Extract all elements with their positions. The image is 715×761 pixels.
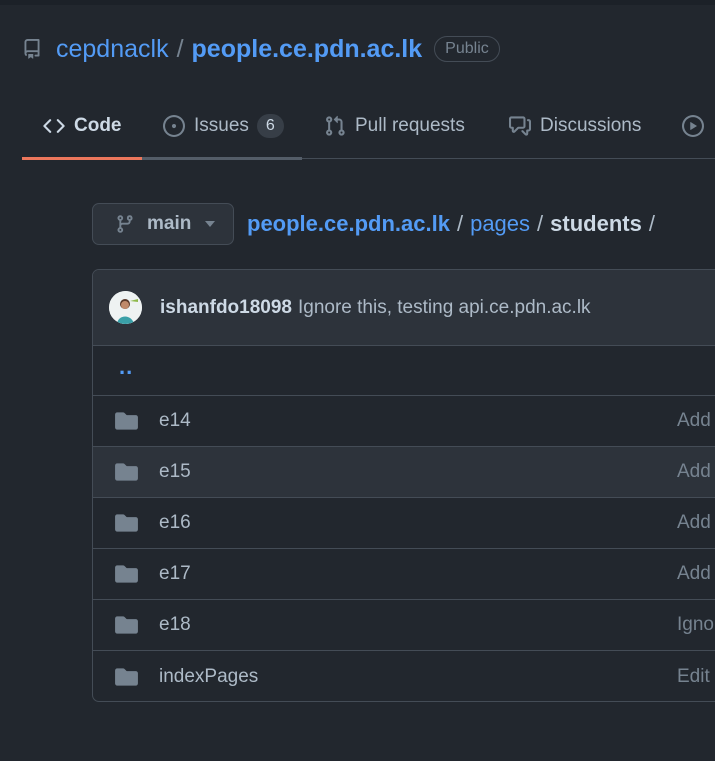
issues-count-badge: 6 xyxy=(256,114,284,138)
list-item[interactable]: e14 Add xyxy=(93,396,715,447)
tab-pull-requests[interactable]: Pull requests xyxy=(324,96,465,156)
list-item[interactable]: e15 Add xyxy=(93,447,715,498)
repo-header: cepdnaclk / people.ce.pdn.ac.lk Public xyxy=(22,34,500,64)
file-name-link[interactable]: e15 xyxy=(159,461,191,483)
breadcrumb-separator: / xyxy=(456,211,464,236)
avatar[interactable] xyxy=(109,291,142,324)
git-branch-icon xyxy=(117,215,133,233)
file-commit-message[interactable]: Add xyxy=(677,563,711,585)
commit-message-link[interactable]: Ignore this, testing api.ce.pdn.ac.lk xyxy=(298,297,591,319)
tab-code[interactable]: Code xyxy=(43,96,122,156)
tab-actions[interactable] xyxy=(682,96,713,156)
file-name-link[interactable]: e18 xyxy=(159,614,191,636)
active-tab-underline xyxy=(22,157,142,160)
tab-discussions[interactable]: Discussions xyxy=(509,96,641,156)
breadcrumb-trailing-separator: / xyxy=(648,211,655,236)
branch-select-button[interactable]: main xyxy=(92,203,234,245)
latest-commit-row: ishanfdo18098 Ignore this, testing api.c… xyxy=(93,270,715,346)
breadcrumb: people.ce.pdn.ac.lk / pages / students / xyxy=(247,211,662,237)
folder-icon xyxy=(115,463,138,481)
hover-tab-underline xyxy=(142,157,302,160)
file-name-link[interactable]: e14 xyxy=(159,410,191,432)
comment-discussion-icon xyxy=(509,116,531,136)
branch-name: main xyxy=(147,213,192,234)
breadcrumb-pages-link[interactable]: pages xyxy=(470,211,530,237)
tab-code-label: Code xyxy=(74,115,122,136)
breadcrumb-separator: / xyxy=(537,211,544,236)
tab-discussions-label: Discussions xyxy=(540,115,642,136)
file-browser: ishanfdo18098 Ignore this, testing api.c… xyxy=(92,269,715,702)
repo-owner-link[interactable]: cepdnaclk xyxy=(56,35,169,64)
tab-issues[interactable]: Issues 6 xyxy=(163,96,284,156)
avatar-image xyxy=(109,291,142,324)
list-item[interactable]: e17 Add xyxy=(93,549,715,600)
parent-directory-link[interactable]: .. xyxy=(119,354,133,380)
top-bar xyxy=(0,0,715,5)
tab-pull-requests-label: Pull requests xyxy=(355,115,465,136)
play-icon xyxy=(682,115,704,137)
code-icon xyxy=(43,119,65,133)
git-pull-request-icon xyxy=(326,115,345,136)
list-item[interactable]: e18 Igno xyxy=(93,600,715,651)
repo-name-link[interactable]: people.ce.pdn.ac.lk xyxy=(192,35,423,64)
commit-author-link[interactable]: ishanfdo18098 xyxy=(160,297,292,319)
tab-issues-label: Issues xyxy=(194,115,249,136)
repo-icon xyxy=(24,39,40,59)
folder-icon xyxy=(115,514,138,532)
list-item[interactable]: e16 Add xyxy=(93,498,715,549)
folder-icon xyxy=(115,412,138,430)
file-commit-message[interactable]: Igno xyxy=(677,614,714,636)
folder-icon xyxy=(115,667,138,686)
file-commit-message[interactable]: Edit xyxy=(677,666,710,688)
file-commit-message[interactable]: Add xyxy=(677,410,711,432)
issue-opened-icon xyxy=(163,115,185,137)
folder-icon xyxy=(115,616,138,634)
parent-directory-row[interactable]: .. xyxy=(93,346,715,396)
repo-nav-tabs: Code Issues 6 Pull requests Discussions xyxy=(22,96,715,160)
triangle-down-icon xyxy=(205,221,216,227)
file-commit-message[interactable]: Add xyxy=(677,461,711,483)
list-item[interactable]: indexPages Edit xyxy=(93,651,715,701)
visibility-badge: Public xyxy=(434,36,500,62)
file-name-link[interactable]: e16 xyxy=(159,512,191,534)
repo-separator: / xyxy=(176,34,184,63)
breadcrumb-root-link[interactable]: people.ce.pdn.ac.lk xyxy=(247,211,450,237)
file-commit-message[interactable]: Add xyxy=(677,512,711,534)
breadcrumb-current: students xyxy=(550,211,642,236)
file-name-link[interactable]: indexPages xyxy=(159,666,258,688)
file-name-link[interactable]: e17 xyxy=(159,563,191,585)
folder-icon xyxy=(115,565,138,583)
